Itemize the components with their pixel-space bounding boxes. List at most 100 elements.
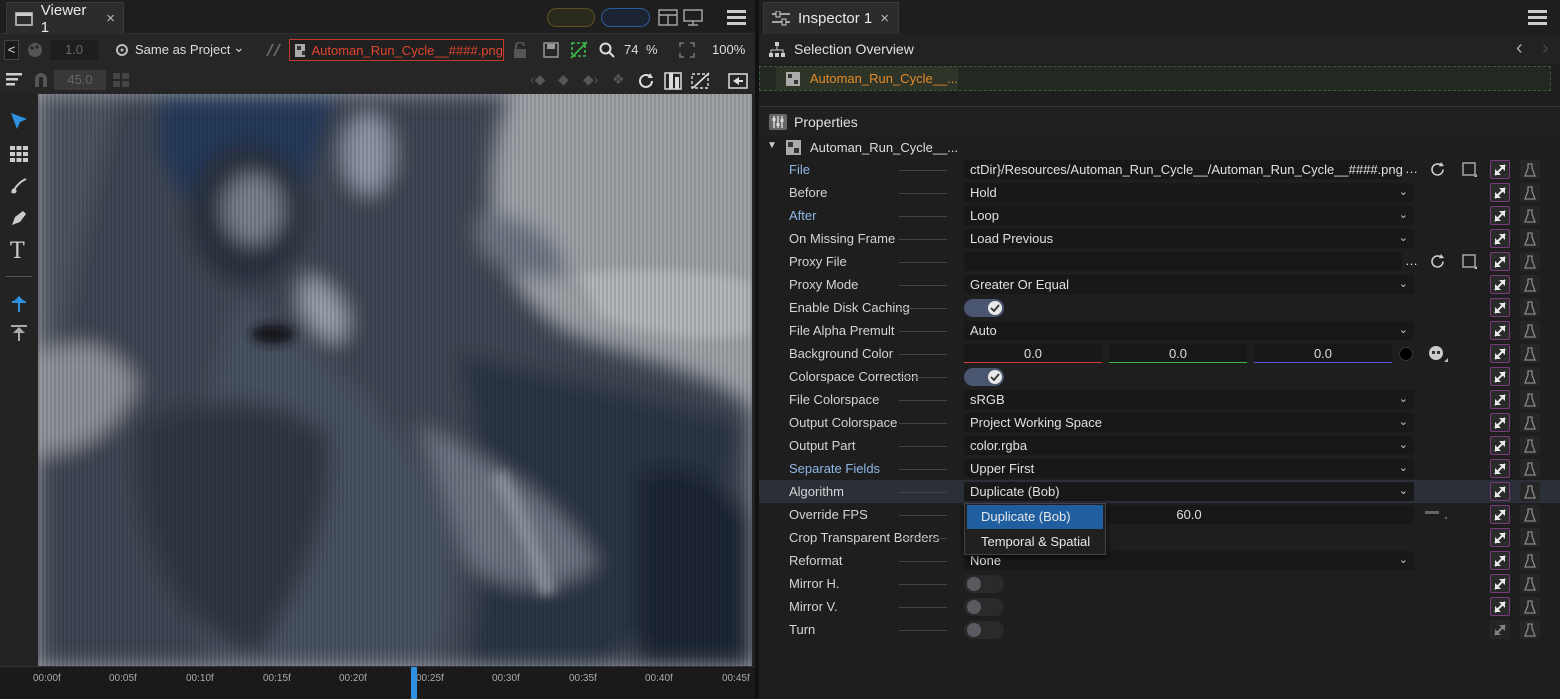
exposure-input[interactable]: 1.0 bbox=[50, 40, 98, 60]
animate-key-button[interactable] bbox=[1490, 298, 1510, 317]
expression-button[interactable] bbox=[1520, 551, 1540, 570]
colorspace-select[interactable]: Same as Project bbox=[135, 42, 230, 57]
animate-key-button[interactable] bbox=[1490, 229, 1510, 248]
save-icon[interactable] bbox=[543, 42, 559, 58]
wipe-icon[interactable] bbox=[691, 72, 711, 90]
animate-key-button[interactable] bbox=[1490, 367, 1510, 386]
animate-key-button[interactable] bbox=[1490, 620, 1510, 639]
reload-icon[interactable] bbox=[1430, 254, 1445, 269]
expression-button[interactable] bbox=[1520, 597, 1540, 616]
animate-key-button[interactable] bbox=[1490, 390, 1510, 409]
file-path-input[interactable] bbox=[964, 252, 1402, 271]
expression-button[interactable] bbox=[1520, 206, 1540, 225]
brush-icon[interactable] bbox=[9, 176, 29, 196]
menu-icon[interactable] bbox=[1528, 9, 1548, 26]
animate-key-button[interactable] bbox=[1490, 344, 1510, 363]
expression-button[interactable] bbox=[1520, 252, 1540, 271]
back-button[interactable]: < bbox=[4, 40, 19, 60]
reload-icon[interactable] bbox=[1430, 162, 1445, 177]
animate-key-button[interactable] bbox=[1490, 206, 1510, 225]
refresh-icon[interactable] bbox=[637, 72, 655, 90]
animate-key-button[interactable] bbox=[1490, 321, 1510, 340]
magnet-icon[interactable] bbox=[33, 72, 49, 88]
animate-key-button[interactable] bbox=[1490, 160, 1510, 179]
zoom-100-button[interactable]: 100% bbox=[712, 42, 745, 57]
chevron-right-icon[interactable]: › bbox=[1542, 37, 1549, 60]
chevron-down-icon[interactable]: ⌄ bbox=[233, 39, 245, 56]
animate-key-button[interactable] bbox=[1490, 459, 1510, 478]
dropdown-option[interactable]: Duplicate (Bob) bbox=[967, 505, 1103, 529]
pin-icon[interactable] bbox=[9, 294, 29, 314]
chevron-left-icon[interactable]: ‹ bbox=[1516, 37, 1523, 60]
property-select[interactable]: Greater Or Equal ⌄ bbox=[964, 275, 1414, 294]
property-select[interactable]: Hold ⌄ bbox=[964, 183, 1414, 202]
color-swatch[interactable] bbox=[1399, 347, 1413, 361]
angle-input[interactable]: 45.0 bbox=[54, 70, 106, 90]
node-row[interactable]: ▼ Automan_Run_Cycle__... bbox=[759, 137, 1560, 158]
blue-pill-button[interactable] bbox=[601, 8, 650, 27]
close-icon[interactable]: × bbox=[880, 10, 889, 27]
animate-key-button[interactable] bbox=[1490, 597, 1510, 616]
tab-viewer[interactable]: Viewer 1 × bbox=[6, 2, 124, 36]
file-selector[interactable]: Automan_Run_Cycle__####.png bbox=[289, 39, 504, 61]
expression-button[interactable] bbox=[1520, 275, 1540, 294]
collapse-triangle-icon[interactable]: ▼ bbox=[767, 140, 777, 151]
next-key-icon[interactable]: ◆› bbox=[583, 71, 598, 88]
layout-icon[interactable] bbox=[658, 9, 678, 26]
property-select[interactable]: sRGB ⌄ bbox=[964, 390, 1414, 409]
roi-icon[interactable] bbox=[569, 40, 589, 60]
expression-button[interactable] bbox=[1520, 436, 1540, 455]
property-select[interactable]: Loop ⌄ bbox=[964, 206, 1414, 225]
close-icon[interactable]: × bbox=[106, 10, 115, 27]
fullscreen-icon[interactable] bbox=[728, 73, 748, 89]
viewer-canvas[interactable] bbox=[38, 94, 752, 666]
menu-icon[interactable] bbox=[727, 9, 747, 26]
key-icon[interactable]: ◆ bbox=[558, 71, 569, 88]
expression-button[interactable] bbox=[1520, 298, 1540, 317]
property-select[interactable]: Auto ⌄ bbox=[964, 321, 1414, 340]
property-toggle[interactable] bbox=[964, 368, 1004, 386]
animate-key-button[interactable] bbox=[1490, 574, 1510, 593]
display-icon[interactable] bbox=[683, 9, 703, 26]
property-select[interactable]: Duplicate (Bob) ⌄ bbox=[964, 482, 1414, 501]
animate-key-button[interactable] bbox=[1490, 551, 1510, 570]
animate-key-button[interactable] bbox=[1490, 183, 1510, 202]
checkbox-icon[interactable] bbox=[1462, 254, 1478, 270]
grid-icon[interactable] bbox=[113, 73, 129, 87]
property-select[interactable]: Project Working Space ⌄ bbox=[964, 413, 1414, 432]
fit-icon[interactable] bbox=[679, 42, 695, 58]
selection-item[interactable]: Automan_Run_Cycle__... bbox=[776, 67, 958, 90]
lock-icon[interactable] bbox=[513, 42, 527, 58]
transform-grid-icon[interactable] bbox=[9, 144, 29, 164]
playhead[interactable] bbox=[411, 667, 417, 699]
list-icon[interactable] bbox=[6, 72, 24, 89]
animate-key-button[interactable] bbox=[1490, 528, 1510, 547]
property-toggle[interactable] bbox=[964, 299, 1004, 317]
property-select[interactable]: color.rgba ⌄ bbox=[964, 436, 1414, 455]
expression-button[interactable] bbox=[1520, 413, 1540, 432]
timeline[interactable]: 00:00f 00:05f 00:10f 00:15f 00:20f 00:25… bbox=[0, 666, 755, 699]
channel-icon[interactable] bbox=[264, 43, 282, 57]
expression-button[interactable] bbox=[1520, 528, 1540, 547]
expression-button[interactable] bbox=[1520, 321, 1540, 340]
selection-strip[interactable]: Automan_Run_Cycle__... bbox=[759, 66, 1551, 91]
animate-key-button[interactable] bbox=[1490, 252, 1510, 271]
property-select[interactable]: Load Previous ⌄ bbox=[964, 229, 1414, 248]
property-select[interactable]: Upper First ⌄ bbox=[964, 459, 1414, 478]
expression-button[interactable] bbox=[1520, 160, 1540, 179]
expression-button[interactable] bbox=[1520, 183, 1540, 202]
property-toggle[interactable] bbox=[964, 621, 1004, 639]
expression-button[interactable] bbox=[1520, 229, 1540, 248]
animate-key-button[interactable] bbox=[1490, 413, 1510, 432]
animate-key-button[interactable] bbox=[1490, 275, 1510, 294]
expression-button[interactable] bbox=[1520, 367, 1540, 386]
zoom-value[interactable]: 74 bbox=[624, 42, 638, 57]
expression-button[interactable] bbox=[1520, 482, 1540, 501]
property-toggle[interactable] bbox=[964, 575, 1004, 593]
pen-icon[interactable] bbox=[9, 208, 29, 228]
browse-ellipsis-icon[interactable]: … bbox=[1405, 253, 1418, 268]
animate-key-button[interactable] bbox=[1490, 505, 1510, 524]
expression-button[interactable] bbox=[1520, 344, 1540, 363]
checkbox-icon[interactable] bbox=[1462, 162, 1478, 178]
file-path-input[interactable]: ctDir}/Resources/Automan_Run_Cycle__/Aut… bbox=[964, 160, 1402, 179]
